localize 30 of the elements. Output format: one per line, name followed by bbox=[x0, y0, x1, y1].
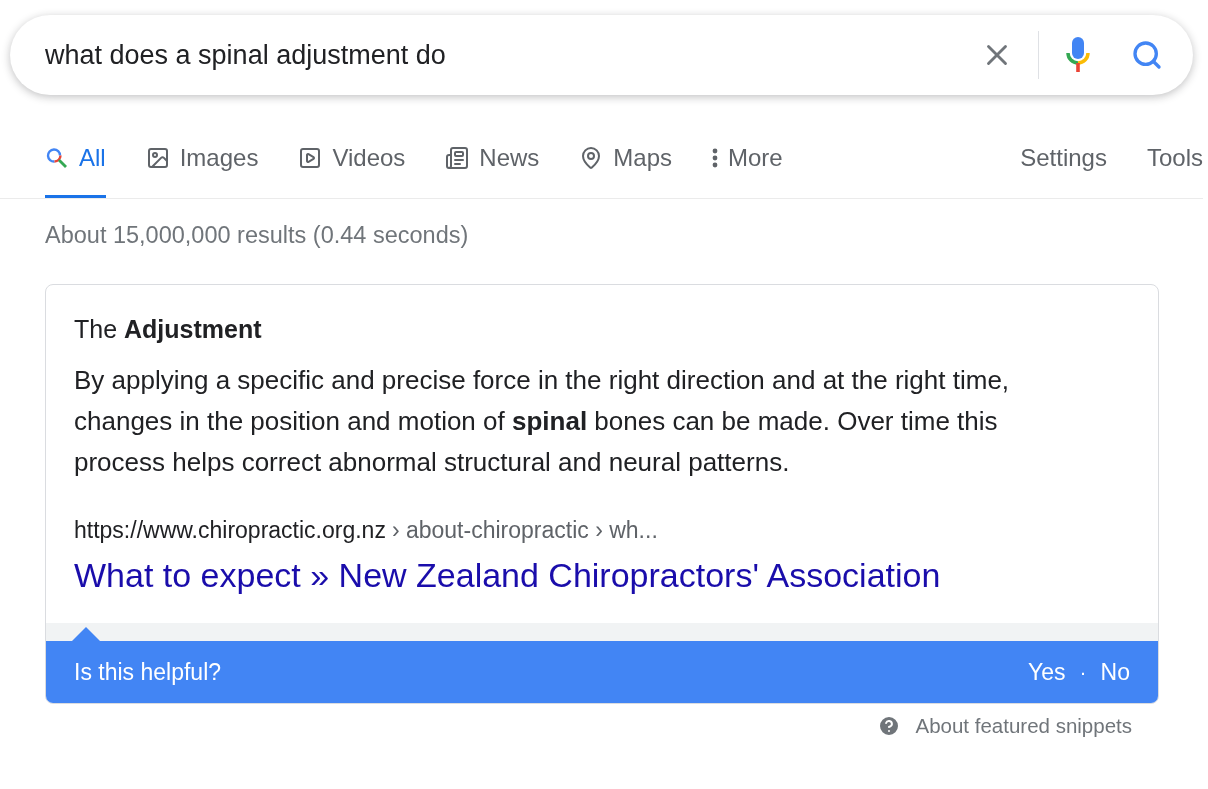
snippet-text: By applying a specific and precise force in the right direction and at the right time, changes in the position and motion of spinal bones can be made. Over time this process helps correct abnormal structural and neural patterns. bbox=[74, 364, 1011, 479]
about-snippets-link[interactable]: About featured snippets bbox=[915, 714, 1132, 738]
image-icon bbox=[145, 145, 170, 170]
result-stats: About 15,000,000 results (0.44 seconds) bbox=[45, 222, 470, 249]
tools-link[interactable]: Settings bbox=[1020, 95, 1107, 198]
search-tab[interactable]: Videos bbox=[298, 95, 406, 198]
search-tab[interactable]: More bbox=[712, 95, 783, 198]
voice-search-button[interactable] bbox=[1065, 36, 1091, 74]
result-link[interactable]: What to expect » New Zealand Chiropractors' Association bbox=[74, 556, 941, 595]
play-icon bbox=[298, 145, 323, 170]
no-button[interactable]: No bbox=[1100, 658, 1130, 686]
yes-button[interactable]: Yes bbox=[1028, 658, 1066, 686]
microphone-icon bbox=[1065, 36, 1091, 74]
search-tab[interactable]: News bbox=[445, 95, 540, 198]
search-tab[interactable]: All bbox=[45, 95, 106, 198]
search-tab[interactable]: Images bbox=[145, 95, 259, 198]
more-icon bbox=[712, 147, 719, 168]
tools-link[interactable]: Tools bbox=[1146, 95, 1203, 198]
feedback-question: Is this helpful? bbox=[74, 658, 222, 686]
search-tab[interactable]: Maps bbox=[579, 95, 673, 198]
snippet-title: The Adjustment bbox=[74, 315, 263, 344]
search-bar[interactable]: what does a spinal adjustment do bbox=[10, 15, 1193, 95]
search-icon bbox=[45, 145, 69, 170]
separator-dot: · bbox=[1079, 660, 1087, 684]
newspaper-icon bbox=[445, 145, 470, 170]
search-field[interactable]: what does a spinal adjustment do bbox=[45, 39, 980, 71]
url-breadcrumb: › about-chiropractic › wh... bbox=[391, 517, 658, 544]
search-icon bbox=[1131, 39, 1163, 71]
search-button[interactable] bbox=[1131, 39, 1163, 71]
result-url: https://www.chiropractic.org.nz bbox=[74, 517, 386, 544]
